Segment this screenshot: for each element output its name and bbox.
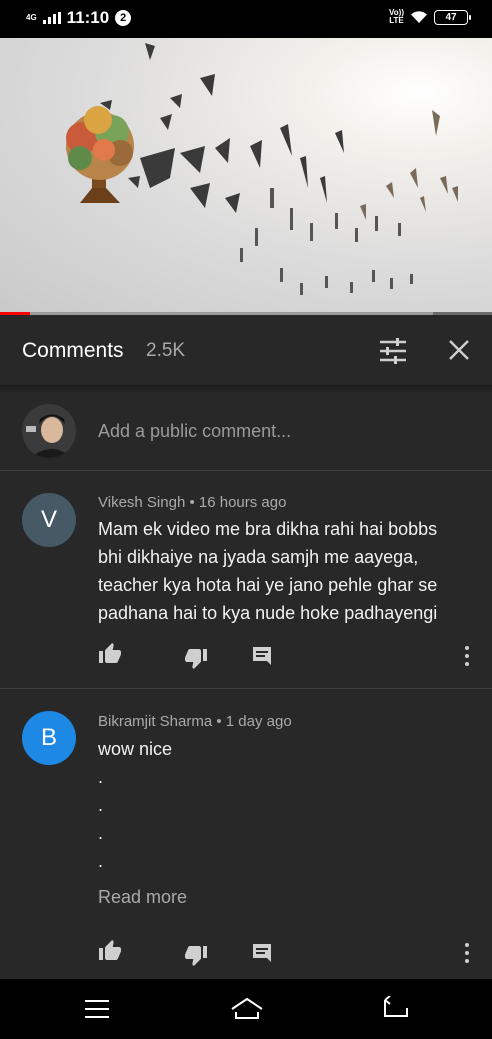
comments-header: Comments 2.5K <box>0 315 492 385</box>
comment-text: wow nice . . . . <box>98 739 173 871</box>
reply-icon[interactable] <box>250 644 274 668</box>
comments-panel: Comments 2.5K Add a public comment... V … <box>0 315 492 979</box>
commenter-avatar[interactable]: V <box>22 493 76 547</box>
comments-count: 2.5K <box>146 340 186 361</box>
comment-time: 1 day ago <box>225 713 292 730</box>
volte-indicator: Vo)) LTE <box>389 8 404 25</box>
back-icon[interactable] <box>382 996 410 1022</box>
status-bar: 4G 11:10 2 Vo)) LTE 47 <box>0 0 492 38</box>
more-vert-icon[interactable] <box>455 941 479 965</box>
video-player[interactable] <box>0 38 492 315</box>
more-vert-icon[interactable] <box>455 644 479 668</box>
menu-icon[interactable] <box>83 996 111 1022</box>
add-comment-input[interactable]: Add a public comment... <box>98 421 291 442</box>
clock: 11:10 <box>66 8 110 27</box>
wifi-icon <box>411 11 427 23</box>
home-icon[interactable] <box>230 996 264 1022</box>
comment-meta: Vikesh Singh • 16 hours ago <box>98 494 287 511</box>
comment-time: 16 hours ago <box>198 494 287 511</box>
reply-icon[interactable] <box>250 941 274 965</box>
thumb-down-icon[interactable] <box>184 646 208 670</box>
comment-text: Mam ek video me bra dikha rahi hai bobbs… <box>98 519 438 623</box>
add-comment-row[interactable]: Add a public comment... <box>0 393 492 471</box>
thumb-up-icon[interactable] <box>98 939 122 963</box>
author-name[interactable]: Bikramjit Sharma <box>98 713 212 730</box>
comment-meta: Bikramjit Sharma • 1 day ago <box>98 713 292 730</box>
comment-item: V Vikesh Singh • 16 hours ago Mam ek vid… <box>0 471 492 688</box>
notification-badge: 2 <box>115 10 132 26</box>
signal-icon <box>42 12 61 24</box>
comment-item: B Bikramjit Sharma • 1 day ago wow nice … <box>0 689 492 979</box>
battery-icon: 47 <box>434 9 471 25</box>
thumb-down-icon[interactable] <box>184 943 208 967</box>
header-divider <box>0 385 492 393</box>
close-icon[interactable] <box>446 337 472 363</box>
sort-icon[interactable] <box>378 337 408 365</box>
user-avatar <box>22 404 76 458</box>
author-name[interactable]: Vikesh Singh <box>98 494 185 511</box>
navigation-bar <box>0 979 492 1039</box>
comments-title: Comments <box>22 339 124 362</box>
video-frame <box>66 43 458 295</box>
read-more-link[interactable]: Read more <box>98 887 187 908</box>
commenter-avatar[interactable]: B <box>22 711 76 765</box>
network-type: 4G <box>26 13 37 22</box>
thumb-up-icon[interactable] <box>98 642 122 666</box>
